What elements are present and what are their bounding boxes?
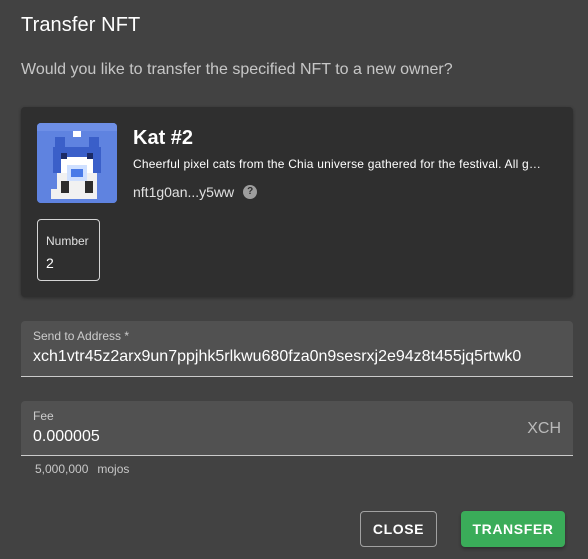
transfer-button[interactable]: TRANSFER bbox=[461, 511, 565, 547]
number-value: 2 bbox=[46, 255, 54, 271]
nft-id: nft1g0an...y5ww bbox=[133, 184, 235, 200]
pixel-cat-image bbox=[37, 123, 117, 203]
fee-field-label: Fee bbox=[33, 409, 54, 423]
number-label: Number bbox=[46, 234, 89, 248]
fee-field[interactable]: Fee 0.000005 XCH bbox=[21, 401, 573, 456]
fee-mojos-amount: 5,000,000 bbox=[35, 462, 89, 476]
nft-preview-card: Kat #2 Cheerful pixel cats from the Chia… bbox=[21, 107, 573, 297]
nft-thumbnail bbox=[37, 123, 117, 203]
nft-number-badge: Number 2 bbox=[37, 219, 100, 281]
send-to-address-field[interactable]: Send to Address * xch1vtr45z2arx9un7ppjh… bbox=[21, 321, 573, 377]
dialog-description: Would you like to transfer the specified… bbox=[21, 61, 453, 78]
address-field-value[interactable]: xch1vtr45z2arx9un7ppjhk5rlkwu680fza0n9se… bbox=[33, 348, 521, 366]
fee-currency-suffix: XCH bbox=[527, 420, 561, 437]
fee-helper-text: 5,000,000 mojos bbox=[35, 462, 129, 476]
close-button[interactable]: CLOSE bbox=[360, 511, 437, 547]
address-field-label: Send to Address * bbox=[33, 329, 130, 343]
fee-mojos-unit: mojos bbox=[97, 462, 130, 476]
nft-description: Cheerful pixel cats from the Chia univer… bbox=[133, 157, 542, 171]
question-circle-icon[interactable]: ? bbox=[243, 185, 258, 199]
nft-id-row: nft1g0an...y5ww ? bbox=[133, 184, 258, 200]
dialog-title: Transfer NFT bbox=[21, 14, 141, 36]
fee-field-value[interactable]: 0.000005 bbox=[33, 428, 100, 446]
nft-name: Kat #2 bbox=[133, 127, 194, 149]
